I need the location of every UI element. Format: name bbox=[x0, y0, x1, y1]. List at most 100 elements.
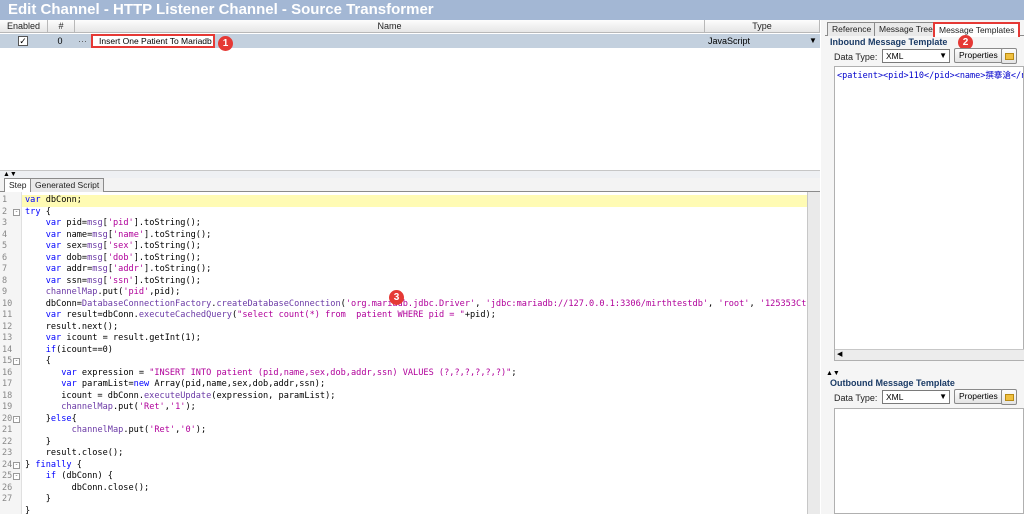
code-line[interactable]: channelMap.put('Ret','1'); bbox=[25, 402, 196, 414]
line-number: 4 bbox=[2, 229, 8, 240]
editor-vertical-scrollbar[interactable] bbox=[807, 192, 820, 514]
code-line[interactable]: var icount = result.getInt(1); bbox=[25, 333, 201, 345]
line-number: 6 bbox=[2, 252, 8, 263]
outbound-properties-button[interactable]: Properties bbox=[954, 389, 1003, 404]
code-line[interactable]: } bbox=[25, 494, 51, 506]
code-editor[interactable]: 1 2-3 4 5 6 7 8 9 10 11 12 13 14 15-16 17 18 19 20-21 22 23… bbox=[0, 192, 822, 514]
outbound-template-title: Outbound Message Template bbox=[830, 378, 955, 388]
code-line[interactable]: var dbConn; bbox=[25, 195, 82, 207]
enabled-checkbox[interactable]: ✓ bbox=[18, 36, 28, 46]
scroll-left-icon[interactable]: ◀ bbox=[837, 350, 842, 358]
code-line[interactable]: result.close(); bbox=[25, 448, 124, 460]
code-line[interactable]: var expression = "INSERT INTO patient (p… bbox=[25, 368, 516, 380]
line-number: 26 bbox=[2, 482, 13, 493]
split-divider[interactable]: ▲▼ bbox=[0, 170, 820, 178]
code-line[interactable]: } bbox=[25, 506, 30, 514]
reference-pane: Reference Message Trees Message Template… bbox=[821, 20, 1024, 514]
right-divider-arrows-icon[interactable]: ▲▼ bbox=[825, 370, 1024, 378]
code-line[interactable]: var result=dbConn.executeCachedQuery("se… bbox=[25, 310, 496, 322]
line-number: 14 bbox=[2, 344, 13, 355]
line-number: 1 bbox=[2, 195, 8, 205]
code-line[interactable]: var pid=msg['pid'].toString(); bbox=[25, 218, 201, 230]
line-number: 12 bbox=[2, 321, 13, 332]
col-header-name[interactable]: Name bbox=[75, 20, 705, 33]
code-line[interactable]: var sex=msg['sex'].toString(); bbox=[25, 241, 201, 253]
col-header-number[interactable]: # bbox=[48, 20, 75, 33]
line-number: 10 bbox=[2, 298, 13, 309]
reference-tabs: Reference Message Trees Message Template… bbox=[825, 22, 1024, 37]
line-number: 18 bbox=[2, 390, 13, 401]
inbound-template-textarea[interactable]: <patient><pid>110</pid><name>撰搴滄</n bbox=[834, 66, 1024, 361]
code-line[interactable]: result.next(); bbox=[25, 322, 118, 334]
inbound-data-type-value: XML bbox=[886, 51, 904, 61]
outbound-template-textarea[interactable] bbox=[834, 408, 1024, 514]
code-line[interactable]: var name=msg['name'].toString(); bbox=[25, 230, 212, 242]
fold-toggle-icon[interactable]: - bbox=[13, 358, 20, 365]
step-name-cell[interactable]: Insert One Patient To Mariadb bbox=[91, 34, 215, 48]
fold-toggle-icon[interactable]: - bbox=[13, 415, 20, 423]
code-line[interactable]: var paramList=new Array(pid,name,sex,dob… bbox=[25, 379, 325, 391]
code-line[interactable]: if (dbConn) { bbox=[25, 471, 113, 483]
code-line[interactable]: channelMap.put('Ret','0'); bbox=[25, 425, 207, 437]
tab-reference[interactable]: Reference bbox=[827, 22, 877, 36]
step-prefix: ··· bbox=[78, 36, 87, 46]
col-header-type[interactable]: Type bbox=[705, 20, 820, 33]
inbound-template-title: Inbound Message Template bbox=[830, 37, 948, 47]
code-line[interactable]: if(icount==0) bbox=[25, 345, 113, 357]
current-line-highlight bbox=[22, 195, 807, 207]
col-header-enabled[interactable]: Enabled bbox=[0, 20, 48, 33]
line-number: 7 bbox=[2, 264, 8, 274]
code-line[interactable]: { bbox=[25, 356, 51, 368]
annotation-badge-3: 3 bbox=[389, 290, 404, 305]
inbound-data-type-label: Data Type: bbox=[834, 52, 878, 62]
code-line[interactable]: dbConn.close(); bbox=[25, 483, 150, 495]
inbound-data-type-select[interactable]: XML ▼ bbox=[882, 49, 950, 63]
inbound-open-file-button[interactable] bbox=[1001, 48, 1017, 64]
folder-icon bbox=[1005, 394, 1014, 401]
code-line[interactable]: } finally { bbox=[25, 460, 82, 472]
annotation-badge-1: 1 bbox=[218, 36, 233, 51]
code-line[interactable]: channelMap.put('pid',pid); bbox=[25, 287, 181, 299]
code-line[interactable]: } bbox=[25, 437, 51, 449]
line-number: 22 bbox=[2, 436, 13, 447]
outbound-data-type-select[interactable]: XML ▼ bbox=[882, 390, 950, 404]
dropdown-arrow-icon: ▼ bbox=[939, 51, 947, 60]
fold-toggle-icon[interactable]: - bbox=[13, 461, 20, 469]
step-type[interactable]: JavaScript bbox=[708, 34, 808, 48]
steps-table: Enabled # Name Type ✓ 0 ··· Insert One P… bbox=[0, 20, 820, 170]
line-number: 8 bbox=[2, 275, 8, 286]
line-number-gutter: 1 2-3 4 5 6 7 8 9 10 11 12 13 14 15-16 17 18 19 20-21 22 23… bbox=[0, 192, 22, 514]
fold-toggle-icon[interactable]: - bbox=[13, 473, 20, 480]
line-number: 17 bbox=[2, 379, 13, 389]
tab-step[interactable]: Step bbox=[4, 178, 32, 193]
type-dropdown-arrow-icon[interactable]: ▼ bbox=[809, 34, 819, 48]
table-row[interactable]: ✓ 0 ··· Insert One Patient To Mariadb Ja… bbox=[0, 34, 820, 48]
line-number: 19 bbox=[2, 402, 13, 412]
code-line[interactable]: dbConn=DatabaseConnectionFactory.createD… bbox=[25, 299, 822, 311]
reference-panel: Reference Message Trees Message Template… bbox=[825, 20, 1024, 514]
code-line[interactable]: var addr=msg['addr'].toString(); bbox=[25, 264, 212, 276]
tab-message-trees[interactable]: Message Trees bbox=[874, 22, 943, 36]
outbound-open-file-button[interactable] bbox=[1001, 389, 1017, 405]
tab-generated-script[interactable]: Generated Script bbox=[30, 178, 105, 192]
line-number: 11 bbox=[2, 310, 13, 320]
window-title: Edit Channel - HTTP Listener Channel - S… bbox=[0, 0, 1024, 20]
line-number: 13 bbox=[2, 333, 13, 343]
transformer-steps-pane: Enabled # Name Type ✓ 0 ··· Insert One P… bbox=[0, 20, 822, 514]
code-line[interactable]: }else{ bbox=[25, 414, 77, 426]
line-number: 9 bbox=[2, 287, 8, 297]
editor-tabs: Step Generated Script bbox=[0, 178, 820, 193]
line-number: 27 bbox=[2, 494, 13, 504]
divider-arrows-icon[interactable]: ▲▼ bbox=[3, 171, 17, 178]
inbound-horizontal-scrollbar[interactable]: ◀ bbox=[835, 349, 1024, 360]
code-line[interactable]: try { bbox=[25, 207, 51, 219]
inbound-properties-button[interactable]: Properties bbox=[954, 48, 1003, 63]
line-number: 5 bbox=[2, 241, 8, 251]
step-number: 0 bbox=[57, 36, 63, 46]
tab-message-templates[interactable]: Message Templates bbox=[933, 22, 1021, 37]
code-line[interactable]: var ssn=msg['ssn'].toString(); bbox=[25, 276, 201, 288]
code-line[interactable]: icount = dbConn.executeUpdate(expression… bbox=[25, 391, 335, 403]
code-line[interactable]: var dob=msg['dob'].toString(); bbox=[25, 253, 201, 265]
line-number: 21 bbox=[2, 425, 13, 435]
fold-toggle-icon[interactable]: - bbox=[13, 208, 20, 216]
